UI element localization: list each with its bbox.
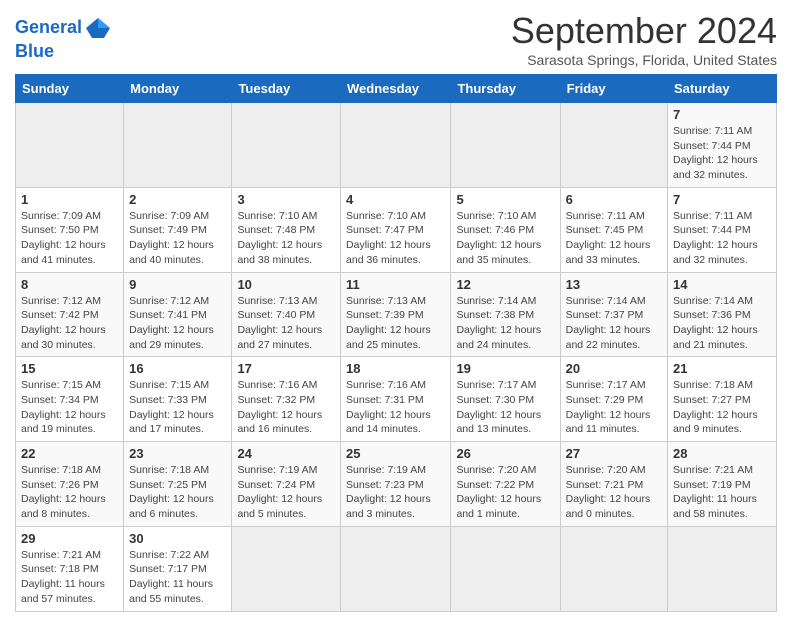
day-17: 17 Sunrise: 7:16 AMSunset: 7:32 PMDaylig… xyxy=(232,357,341,442)
cell-empty xyxy=(232,526,341,611)
header-friday: Friday xyxy=(560,75,667,103)
day-12: 12 Sunrise: 7:14 AMSunset: 7:38 PMDaylig… xyxy=(451,272,560,357)
logo-blue: Blue xyxy=(15,42,112,62)
day-22: 22 Sunrise: 7:18 AMSunset: 7:26 PMDaylig… xyxy=(16,442,124,527)
header-monday: Monday xyxy=(124,75,232,103)
day-16: 16 Sunrise: 7:15 AMSunset: 7:33 PMDaylig… xyxy=(124,357,232,442)
day-2: 2 Sunrise: 7:09 AMSunset: 7:49 PMDayligh… xyxy=(124,187,232,272)
day-26: 26 Sunrise: 7:20 AMSunset: 7:22 PMDaylig… xyxy=(451,442,560,527)
day-1: 1 Sunrise: 7:09 AMSunset: 7:50 PMDayligh… xyxy=(16,187,124,272)
day-29: 29 Sunrise: 7:21 AMSunset: 7:18 PMDaylig… xyxy=(16,526,124,611)
header-sunday: Sunday xyxy=(16,75,124,103)
day-19: 19 Sunrise: 7:17 AMSunset: 7:30 PMDaylig… xyxy=(451,357,560,442)
day-8: 8 Sunrise: 7:12 AMSunset: 7:42 PMDayligh… xyxy=(16,272,124,357)
header-wednesday: Wednesday xyxy=(341,75,451,103)
cell-empty xyxy=(232,103,341,188)
logo-text: General xyxy=(15,18,82,38)
logo-icon xyxy=(84,14,112,42)
cell-empty xyxy=(341,526,451,611)
day-4: 4 Sunrise: 7:10 AMSunset: 7:47 PMDayligh… xyxy=(341,187,451,272)
day-18: 18 Sunrise: 7:16 AMSunset: 7:31 PMDaylig… xyxy=(341,357,451,442)
cell-empty xyxy=(124,103,232,188)
day-24: 24 Sunrise: 7:19 AMSunset: 7:24 PMDaylig… xyxy=(232,442,341,527)
day-23: 23 Sunrise: 7:18 AMSunset: 7:25 PMDaylig… xyxy=(124,442,232,527)
day-27: 27 Sunrise: 7:20 AMSunset: 7:21 PMDaylig… xyxy=(560,442,667,527)
day-21: 21 Sunrise: 7:18 AMSunset: 7:27 PMDaylig… xyxy=(668,357,777,442)
week-3: 8 Sunrise: 7:12 AMSunset: 7:42 PMDayligh… xyxy=(16,272,777,357)
day-30: 30 Sunrise: 7:22 AMSunset: 7:17 PMDaylig… xyxy=(124,526,232,611)
day-20: 20 Sunrise: 7:17 AMSunset: 7:29 PMDaylig… xyxy=(560,357,667,442)
week-2: 1 Sunrise: 7:09 AMSunset: 7:50 PMDayligh… xyxy=(16,187,777,272)
day-14: 14 Sunrise: 7:14 AMSunset: 7:36 PMDaylig… xyxy=(668,272,777,357)
logo: General Blue xyxy=(15,14,112,62)
calendar-table: Sunday Monday Tuesday Wednesday Thursday… xyxy=(15,74,777,612)
day-28: 28 Sunrise: 7:21 AMSunset: 7:19 PMDaylig… xyxy=(668,442,777,527)
header: General Blue September 2024 Sarasota Spr… xyxy=(15,10,777,68)
day-25: 25 Sunrise: 7:19 AMSunset: 7:23 PMDaylig… xyxy=(341,442,451,527)
header-saturday: Saturday xyxy=(668,75,777,103)
month-title: September 2024 xyxy=(511,10,777,52)
day-10: 10 Sunrise: 7:13 AMSunset: 7:40 PMDaylig… xyxy=(232,272,341,357)
cell-empty xyxy=(16,103,124,188)
week-6: 29 Sunrise: 7:21 AMSunset: 7:18 PMDaylig… xyxy=(16,526,777,611)
cell-empty xyxy=(560,526,667,611)
header-tuesday: Tuesday xyxy=(232,75,341,103)
day-11: 11 Sunrise: 7:13 AMSunset: 7:39 PMDaylig… xyxy=(341,272,451,357)
cell-empty xyxy=(451,526,560,611)
cell-empty xyxy=(451,103,560,188)
day-5: 5 Sunrise: 7:10 AMSunset: 7:46 PMDayligh… xyxy=(451,187,560,272)
week-5: 22 Sunrise: 7:18 AMSunset: 7:26 PMDaylig… xyxy=(16,442,777,527)
cell-empty xyxy=(341,103,451,188)
day-15: 15 Sunrise: 7:15 AMSunset: 7:34 PMDaylig… xyxy=(16,357,124,442)
week-4: 15 Sunrise: 7:15 AMSunset: 7:34 PMDaylig… xyxy=(16,357,777,442)
week-1: 7 Sunrise: 7:11 AMSunset: 7:44 PMDayligh… xyxy=(16,103,777,188)
day-6: 6 Sunrise: 7:11 AMSunset: 7:45 PMDayligh… xyxy=(560,187,667,272)
day-9: 9 Sunrise: 7:12 AMSunset: 7:41 PMDayligh… xyxy=(124,272,232,357)
day-13: 13 Sunrise: 7:14 AMSunset: 7:37 PMDaylig… xyxy=(560,272,667,357)
title-area: September 2024 Sarasota Springs, Florida… xyxy=(511,10,777,68)
day-3: 3 Sunrise: 7:10 AMSunset: 7:48 PMDayligh… xyxy=(232,187,341,272)
header-thursday: Thursday xyxy=(451,75,560,103)
subtitle: Sarasota Springs, Florida, United States xyxy=(511,52,777,68)
day-7: 7 Sunrise: 7:11 AMSunset: 7:44 PMDayligh… xyxy=(668,103,777,188)
cell-empty xyxy=(560,103,667,188)
day-7b: 7 Sunrise: 7:11 AMSunset: 7:44 PMDayligh… xyxy=(668,187,777,272)
page-wrapper: General Blue September 2024 Sarasota Spr… xyxy=(15,10,777,612)
cell-empty xyxy=(668,526,777,611)
